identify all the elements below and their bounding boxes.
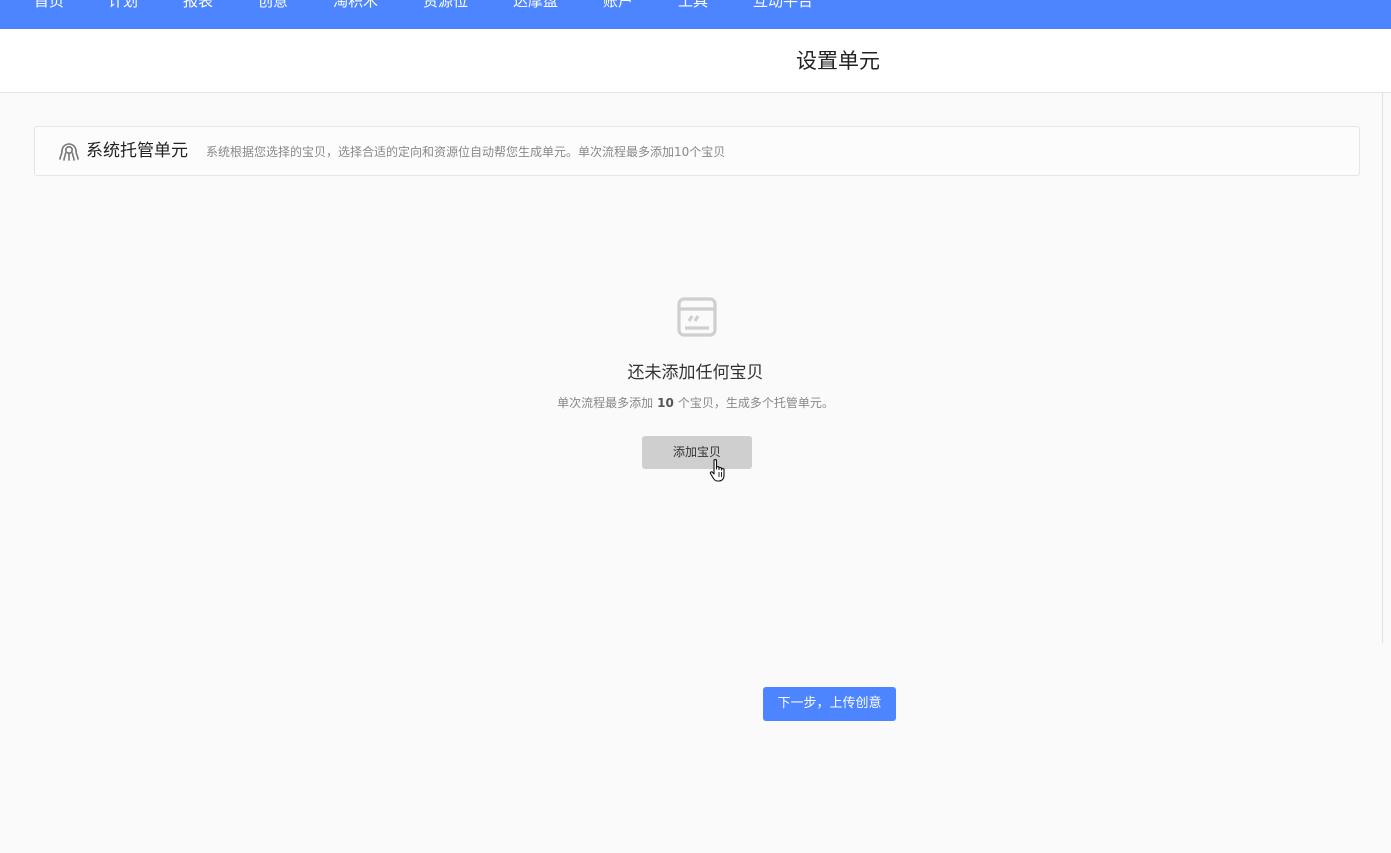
nav-item-account[interactable]: 账户: [603, 0, 633, 10]
top-navigation: 首页 计划 报表 创意 淘积木 资源位 达摩盘 账户 工具 互动平台: [0, 0, 1391, 29]
empty-state-description: 单次流程最多添加 10 个宝贝，生成多个托管单元。: [0, 395, 1391, 411]
hand-cursor-icon: [709, 458, 729, 484]
nav-item-reports[interactable]: 报表: [183, 0, 213, 10]
hosting-title: 系统托管单元: [86, 141, 188, 161]
hosting-octopus-icon: [58, 140, 80, 162]
empty-box-icon: [676, 296, 718, 338]
empty-desc-suffix: 个宝贝，生成多个托管单元。: [677, 396, 834, 410]
max-item-count: 10: [657, 396, 674, 410]
hosting-info-bar: 系统托管单元 系统根据您选择的宝贝，选择合适的定向和资源位自动帮您生成单元。单次…: [34, 126, 1360, 176]
hosting-description: 系统根据您选择的宝贝，选择合适的定向和资源位自动帮您生成单元。单次流程最多添加1…: [206, 145, 726, 159]
empty-state-title: 还未添加任何宝贝: [627, 363, 764, 383]
nav-item-tools[interactable]: 工具: [678, 0, 708, 10]
nav-item-plan[interactable]: 计划: [108, 0, 138, 10]
page-header: 设置单元: [0, 29, 1391, 93]
nav-item-resource-slots[interactable]: 资源位: [423, 0, 468, 10]
empty-desc-prefix: 单次流程最多添加: [557, 396, 654, 410]
nav-item-damopan[interactable]: 达摩盘: [513, 0, 558, 10]
next-upload-creative-button[interactable]: 下一步，上传创意: [763, 687, 896, 721]
nav-item-taojimu[interactable]: 淘积木: [333, 0, 378, 10]
nav-item-home[interactable]: 首页: [34, 0, 64, 10]
nav-item-interactive-platform[interactable]: 互动平台: [753, 0, 813, 10]
page-title: 设置单元: [796, 49, 880, 73]
add-item-button[interactable]: 添加宝贝: [642, 436, 752, 469]
nav-item-creative[interactable]: 创意: [258, 0, 288, 10]
